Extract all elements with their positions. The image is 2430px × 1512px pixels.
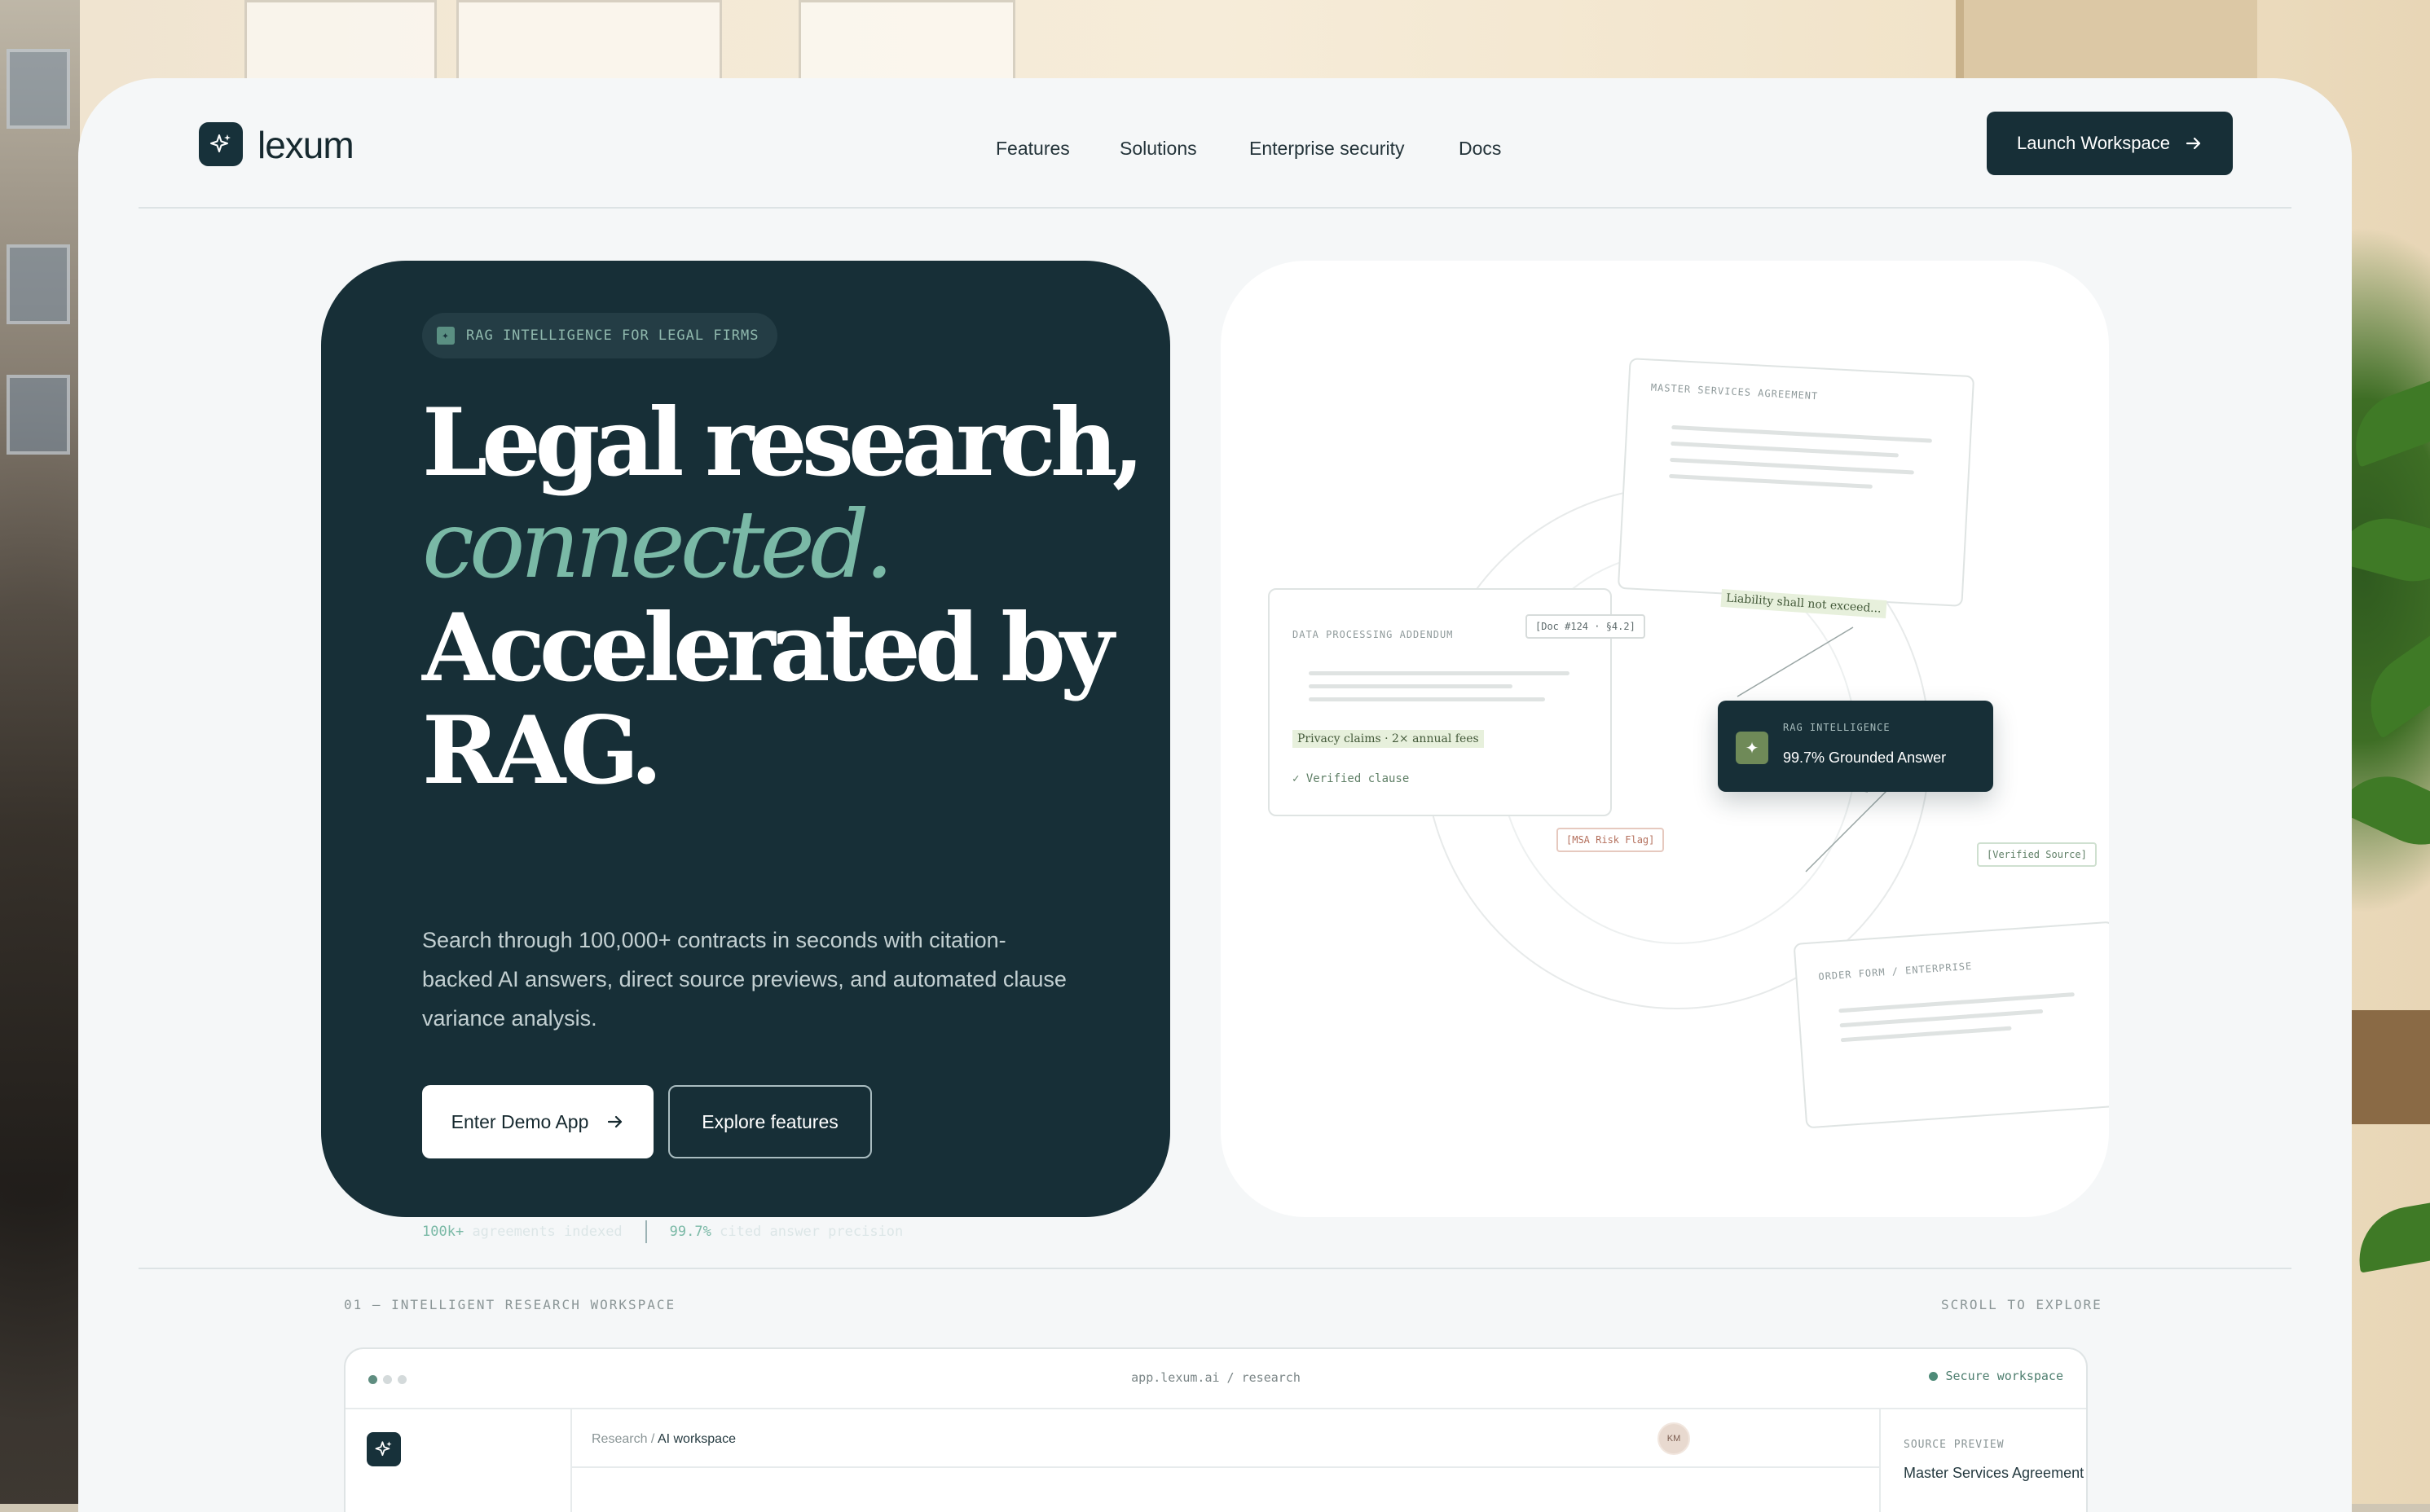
tag-msa-risk: [MSA Risk Flag] (1556, 828, 1665, 852)
background-window (7, 49, 70, 129)
text-line (1309, 697, 1545, 701)
preview-title: Master Services Agreement (1904, 1465, 2084, 1481)
breadcrumb-current: AI workspace (657, 1432, 736, 1446)
headline-line-2: connected. (422, 490, 894, 599)
tag-verified-source: [Verified Source] (1977, 842, 2097, 867)
tag-doc-citation: [Doc #124 · §4.2] (1525, 614, 1645, 639)
breadcrumb: Research / AI workspace (592, 1432, 736, 1446)
stat-label: agreements indexed (472, 1224, 623, 1240)
sparkle-icon: ✦ (1736, 732, 1768, 764)
plant-leaf (2340, 371, 2430, 468)
status-dot-icon (1928, 1371, 1938, 1381)
arrow-right-icon (608, 1115, 623, 1128)
scroll-hint: SCROLL TO EXPLORE (1941, 1297, 2102, 1312)
window-url: app.lexum.ai / research (1131, 1370, 1301, 1385)
source-preview-panel: SOURCE PREVIEW Master Services Agreement (1879, 1408, 2086, 1512)
nav-docs[interactable]: Docs (1459, 132, 1501, 165)
text-line (1671, 424, 1933, 443)
secure-status-label: Secure workspace (1945, 1369, 2064, 1383)
app-preview-window: app.lexum.ai / research Secure workspace… (344, 1347, 2088, 1512)
hero-stats: 100k+ agreements indexed 99.7% cited ans… (422, 1220, 903, 1243)
stat-agreements: 100k+ agreements indexed (422, 1224, 623, 1240)
doc-master-services-agreement: MASTER SERVICES AGREEMENT (1617, 358, 1975, 607)
avatar[interactable]: KM (1657, 1422, 1690, 1455)
background-shelf (2347, 1010, 2430, 1124)
doc-title: ORDER FORM / ENTERPRISE (1817, 960, 1973, 982)
nav-enterprise-security[interactable]: Enterprise security (1249, 132, 1404, 165)
explore-features-button[interactable]: Explore features (668, 1085, 872, 1158)
background-window (244, 0, 437, 83)
nav-features[interactable]: Features (996, 132, 1070, 165)
enter-demo-button[interactable]: Enter Demo App (422, 1085, 654, 1158)
text-line (1669, 473, 1873, 489)
dpa-highlight: Privacy claims · 2× annual fees (1292, 730, 1484, 748)
nav-solutions[interactable]: Solutions (1120, 132, 1197, 165)
text-line (1309, 684, 1512, 688)
secure-status: Secure workspace (1928, 1369, 2064, 1383)
text-line (1840, 1026, 2012, 1043)
launch-workspace-button[interactable]: Launch Workspace (1987, 112, 2233, 175)
breadcrumb-root[interactable]: Research (592, 1432, 647, 1446)
text-line (1309, 671, 1569, 675)
headline-line-4: RAG. (422, 696, 663, 805)
section-divider (139, 1268, 2291, 1269)
section-label: 01 — INTELLIGENT RESEARCH WORKSPACE (344, 1297, 676, 1312)
headline-line-1: Legal research, (422, 388, 1144, 497)
text-line (1670, 457, 1914, 475)
sparkle-icon: ✦ (437, 327, 455, 345)
app-logo[interactable] (367, 1432, 401, 1466)
plant-leaf (2349, 622, 2430, 739)
doc-order-form: ORDER FORM / ENTERPRISE (1793, 921, 2109, 1129)
doc-title: DATA PROCESSING ADDENDUM (1292, 629, 1454, 640)
stat-separator (645, 1220, 647, 1243)
rag-label: RAG INTELLIGENCE (1783, 722, 1891, 733)
headline-line-3: Accelerated by (422, 593, 1114, 702)
eyebrow-pill: ✦ RAG INTELLIGENCE FOR LEGAL FIRMS (422, 313, 777, 358)
rag-answer-card: ✦ RAG INTELLIGENCE 99.7% Grounded Answer (1718, 701, 1993, 792)
eyebrow-text: RAG INTELLIGENCE FOR LEGAL FIRMS (466, 327, 759, 344)
sparkle-icon (375, 1441, 392, 1457)
stat-precision: 99.7% cited answer precision (670, 1224, 904, 1240)
doc-title: MASTER SERVICES AGREEMENT (1650, 381, 1819, 402)
rag-answer: 99.7% Grounded Answer (1783, 749, 1947, 766)
stat-value: 100k+ (422, 1224, 464, 1240)
hero-headline: Legal research, connected. Accelerated b… (422, 388, 1144, 805)
text-line (1839, 1009, 2044, 1028)
verified-clause: ✓ Verified clause (1292, 772, 1410, 785)
background-window (7, 244, 70, 324)
background-window (799, 0, 1015, 83)
preview-label: SOURCE PREVIEW (1904, 1439, 2005, 1451)
text-line (1671, 441, 1900, 458)
window-titlebar: app.lexum.ai / research Secure workspace (346, 1349, 2086, 1409)
landing-page: lexum Features Solutions Enterprise secu… (78, 78, 2352, 1512)
content-divider (570, 1466, 1879, 1468)
stat-label: cited answer precision (720, 1224, 904, 1240)
plant-leaf (2351, 1195, 2430, 1273)
arrow-right-icon (2186, 137, 2201, 150)
hero-description: Search through 100,000+ contracts in sec… (422, 928, 1067, 1031)
launch-workspace-label: Launch Workspace (2017, 133, 2170, 153)
background-door (1956, 0, 2257, 90)
header-divider (139, 207, 2291, 209)
background-window (456, 0, 722, 83)
explore-features-label: Explore features (702, 1110, 839, 1132)
background-window (7, 375, 70, 455)
rag-visual-card: MASTER SERVICES AGREEMENT Liability shal… (1221, 261, 2109, 1217)
app-sidebar (346, 1408, 572, 1512)
background-person (0, 0, 80, 1504)
stat-value: 99.7% (669, 1224, 711, 1240)
hero-card: ✦ RAG INTELLIGENCE FOR LEGAL FIRMS Legal… (321, 261, 1170, 1243)
enter-demo-label: Enter Demo App (451, 1110, 589, 1132)
